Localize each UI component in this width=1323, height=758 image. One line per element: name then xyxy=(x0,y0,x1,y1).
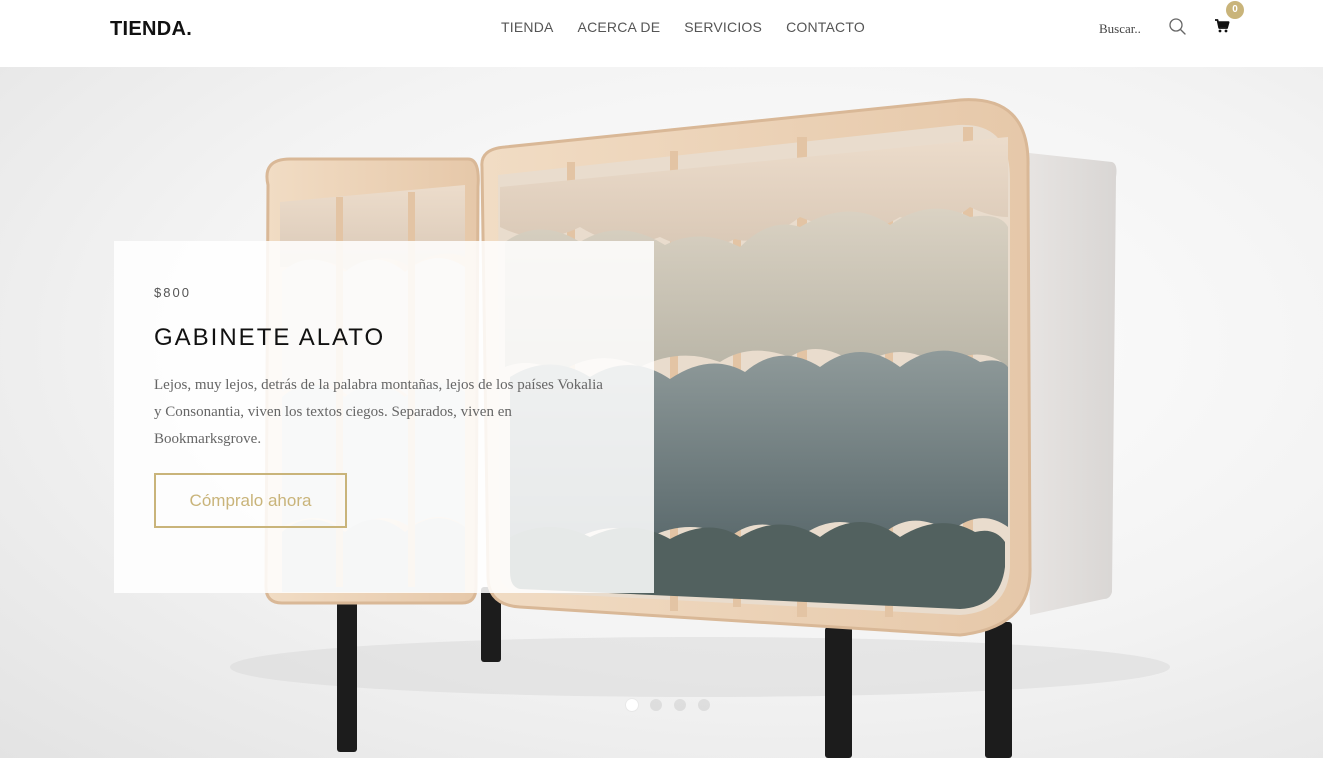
search-icon[interactable] xyxy=(1168,17,1188,37)
main-nav: TIENDA ACERCA DE SERVICIOS CONTACTO xyxy=(501,19,889,35)
product-description: Lejos, muy lejos, detrás de la palabra m… xyxy=(154,377,603,447)
search-input[interactable] xyxy=(1099,17,1159,41)
nav-item-tienda[interactable]: TIENDA xyxy=(501,19,554,35)
buy-now-button[interactable]: Cómpralo ahora xyxy=(154,473,347,528)
product-price: $800 xyxy=(154,285,191,300)
slider-dot-4[interactable] xyxy=(698,699,710,711)
slider-dot-1[interactable] xyxy=(626,699,638,711)
slider-pagination xyxy=(626,699,710,711)
site-header: TIENDA. TIENDA ACERCA DE SERVICIOS CONTA… xyxy=(0,0,1323,67)
hero-slider: $800 GABINETE ALATO Lejos, muy lejos, de… xyxy=(0,67,1323,758)
slider-dot-3[interactable] xyxy=(674,699,686,711)
slider-dot-2[interactable] xyxy=(650,699,662,711)
cart-icon[interactable] xyxy=(1214,18,1232,36)
site-logo[interactable]: TIENDA. xyxy=(110,18,192,41)
nav-item-acerca-de[interactable]: ACERCA DE xyxy=(578,19,661,35)
product-info-card: $800 GABINETE ALATO Lejos, muy lejos, de… xyxy=(114,241,654,593)
nav-item-servicios[interactable]: SERVICIOS xyxy=(684,19,762,35)
nav-item-contacto[interactable]: CONTACTO xyxy=(786,19,865,35)
cart-count-badge: 0 xyxy=(1226,1,1244,19)
product-title: GABINETE ALATO xyxy=(154,324,386,351)
